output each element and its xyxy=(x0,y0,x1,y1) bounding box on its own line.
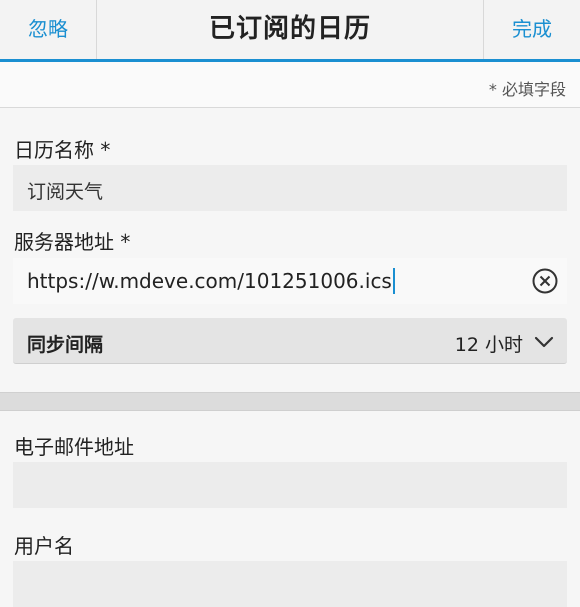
server-address-field[interactable]: https://w.mdeve.com/101251006.ics xyxy=(13,258,567,304)
chevron-down-icon xyxy=(534,336,554,348)
username-label: 用户名 xyxy=(14,534,74,558)
sync-interval-label: 同步间隔 xyxy=(27,334,104,356)
title-bar: 忽略 已订阅的日历 完成 xyxy=(0,0,580,62)
username-field[interactable] xyxy=(13,561,567,607)
server-address-value: https://w.mdeve.com/101251006.ics xyxy=(27,269,392,293)
email-field[interactable] xyxy=(13,462,567,508)
sync-interval-value: 12 小时 xyxy=(454,334,523,356)
server-address-value-wrap: https://w.mdeve.com/101251006.ics xyxy=(27,268,395,294)
calendar-details-section: 日历名称 * 订阅天气 服务器地址 * https://w.mdeve.com/… xyxy=(0,108,580,393)
clear-circle-x-icon[interactable] xyxy=(531,267,559,295)
email-label: 电子邮件地址 xyxy=(14,435,134,459)
section-divider xyxy=(0,393,580,411)
calendar-name-field[interactable]: 订阅天气 xyxy=(13,165,567,211)
calendar-name-label: 日历名称 * xyxy=(14,138,111,162)
page-title: 已订阅的日历 xyxy=(208,14,371,44)
account-section: 电子邮件地址 用户名 xyxy=(0,411,580,607)
server-address-label: 服务器地址 * xyxy=(14,230,131,254)
text-caret xyxy=(392,268,395,294)
done-button[interactable]: 完成 xyxy=(483,0,580,59)
calendar-name-value: 订阅天气 xyxy=(27,181,104,203)
required-fields-note: * 必填字段 xyxy=(488,80,566,99)
sync-interval-dropdown[interactable]: 同步间隔 12 小时 xyxy=(13,318,567,364)
required-note-bar: * 必填字段 xyxy=(0,62,580,108)
ignore-button[interactable]: 忽略 xyxy=(0,0,97,59)
